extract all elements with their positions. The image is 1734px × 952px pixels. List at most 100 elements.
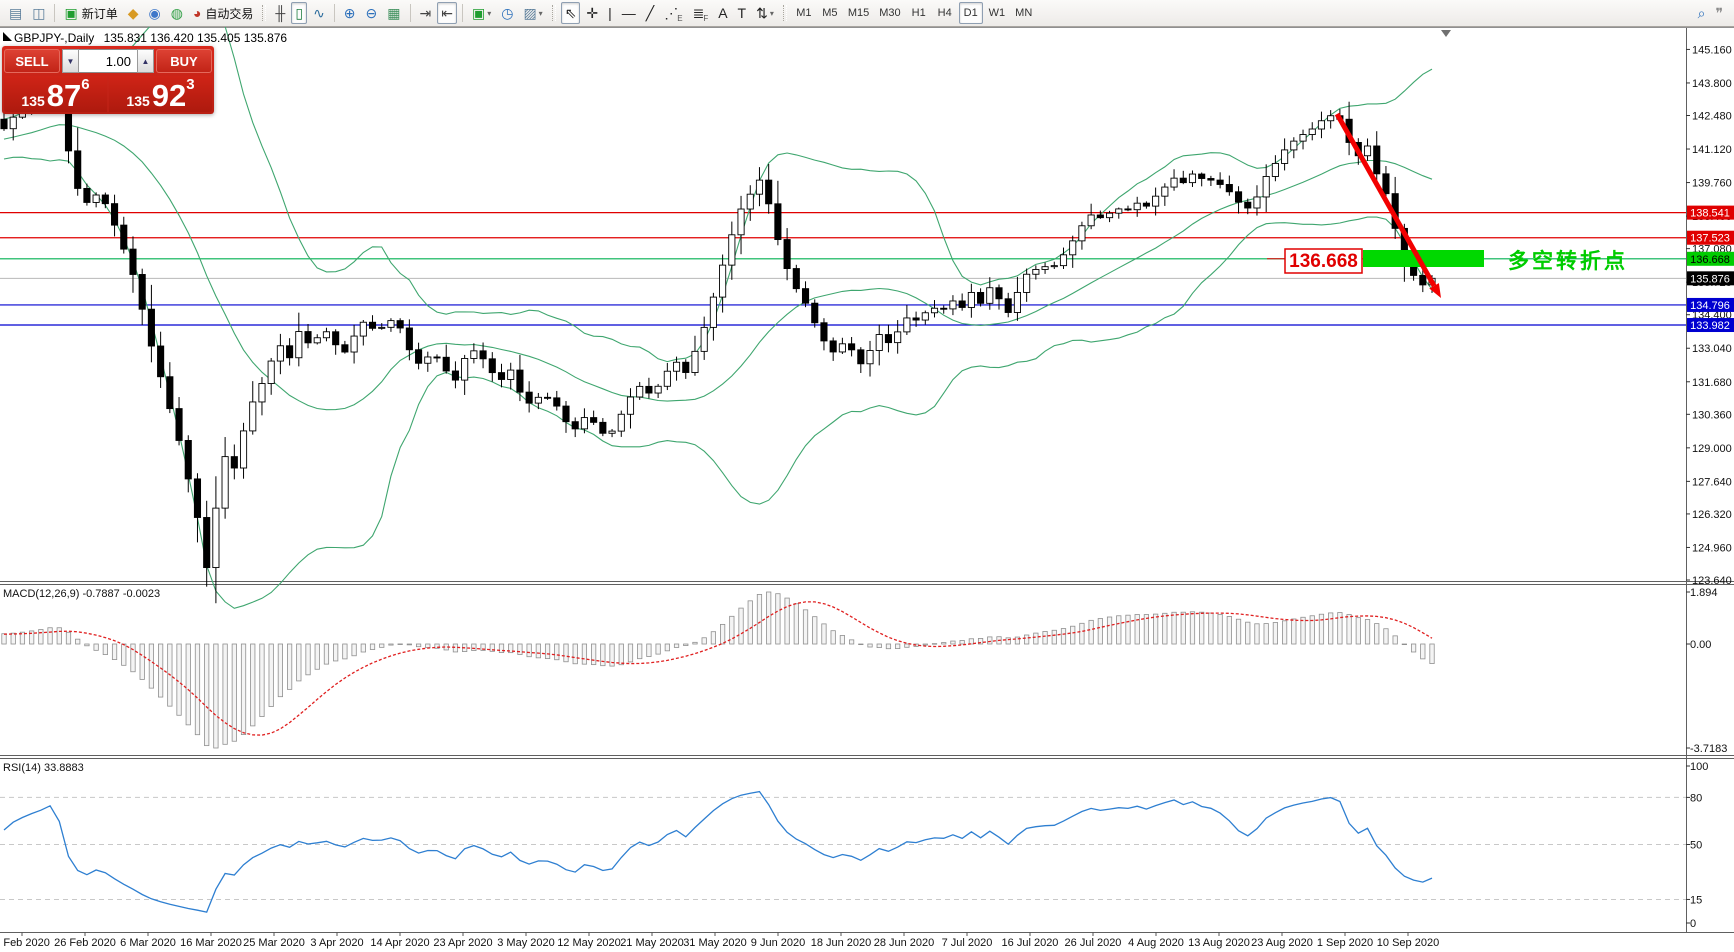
timeframe-mn-button[interactable]: MN <box>1011 2 1036 24</box>
macd-histogram-bar <box>535 643 541 659</box>
macd-histogram-bar <box>1005 637 1011 645</box>
bull-candle <box>258 383 266 403</box>
timeframe-m30-button[interactable]: M30 <box>875 2 904 24</box>
price-scale-label: 142.480 <box>1692 110 1732 122</box>
timeframe-m5-button[interactable]: M5 <box>818 2 842 24</box>
experts-icon: ◉ <box>148 5 161 21</box>
autotrading-icon: ◕ <box>192 5 202 21</box>
bull-candle <box>276 345 284 362</box>
macd-histogram-bar <box>1245 621 1251 645</box>
chat-button[interactable]: ❞ <box>1711 2 1727 24</box>
history-center-button[interactable]: ◆ <box>124 2 143 24</box>
vertical-line-button[interactable]: | <box>604 2 616 24</box>
new-chart-button[interactable]: ▣ ▾ <box>468 2 495 24</box>
macd-histogram-bar <box>296 643 302 682</box>
chart-symbol-period: GBPJPY-,Daily <box>14 31 95 45</box>
macd-histogram-bar <box>858 643 864 646</box>
date-label: 12 May 2020 <box>557 937 621 949</box>
macd-histogram-bar <box>406 643 412 646</box>
rsi-label: RSI(14) 33.8883 <box>3 762 84 774</box>
equidistant-channel-button[interactable]: ⋰ E <box>660 2 686 24</box>
chart-shift-button[interactable]: ⇤ <box>437 2 457 24</box>
macd-histogram-bar <box>84 643 90 647</box>
signals-icon: ◍ <box>170 5 183 21</box>
date-label: 25 Mar 2020 <box>243 937 305 949</box>
macd-histogram-bar <box>1226 616 1232 645</box>
buy-price[interactable]: 135 92 3 <box>109 76 212 112</box>
profiles-dropdown-icon[interactable]: ▾ <box>539 9 543 18</box>
line-chart-button[interactable]: ∿ <box>309 2 329 24</box>
date-label: 9 Jun 2020 <box>751 937 805 949</box>
new-chart-dropdown-icon[interactable]: ▾ <box>487 9 491 18</box>
cursor-button[interactable]: ⇖ <box>560 2 581 24</box>
zoom-in-button[interactable]: ⊕ <box>340 2 360 24</box>
macd-histogram-bar <box>1162 612 1168 645</box>
macd-histogram-bar <box>388 643 394 646</box>
timeframe-m1-button[interactable]: M1 <box>792 2 816 24</box>
zoom-out-button[interactable]: ⊖ <box>362 2 382 24</box>
text-button[interactable]: A <box>714 2 731 24</box>
bull-candle <box>709 296 717 328</box>
timeframe-h4-button[interactable]: H4 <box>933 2 957 24</box>
macd-histogram-bar <box>950 640 956 645</box>
price-tag-135.876: 135.876 <box>1687 271 1734 286</box>
sell-price[interactable]: 135 87 6 <box>4 76 107 112</box>
volume-increase-button[interactable]: ▲ <box>137 49 154 73</box>
timeframe-w1-button[interactable]: W1 <box>985 2 1010 24</box>
macd-histogram-bar <box>213 643 219 749</box>
volume-input[interactable] <box>79 49 137 73</box>
fibonacci-button[interactable]: ≣ F <box>689 2 713 24</box>
profiles-button[interactable]: ▨ ▾ <box>519 2 546 24</box>
new-order-button[interactable]: ▣ 新订单 <box>60 2 121 24</box>
experts-button[interactable]: ◉ <box>145 2 165 24</box>
price-scale-label: 126.320 <box>1692 509 1732 521</box>
bear-candle <box>479 350 487 360</box>
signals-button[interactable]: ◍ <box>167 2 187 24</box>
arrows-button[interactable]: ⇅ ▾ <box>752 2 778 24</box>
bear-candle <box>415 349 423 364</box>
text-label-button[interactable]: T <box>734 2 751 24</box>
crosshair-button[interactable]: ✛ <box>582 2 602 24</box>
bollinger-middle-band <box>3 124 1433 411</box>
macd-histogram-bar <box>1429 643 1435 664</box>
market-watch-button[interactable]: ▤ <box>5 2 26 24</box>
autotrading-button[interactable]: ◕ 自动交易 <box>189 2 257 24</box>
sell-button[interactable]: SELL <box>4 49 60 73</box>
data-window-button[interactable]: ◫ <box>28 2 49 24</box>
volume-decrease-button[interactable]: ▼ <box>62 49 79 73</box>
bull-candle <box>1115 208 1123 214</box>
arrows-dropdown-icon[interactable]: ▾ <box>770 9 774 18</box>
fibonacci-sub-label: F <box>703 14 709 23</box>
search-button[interactable]: ⌕ <box>1694 2 1710 24</box>
horizontal-line-button[interactable]: — <box>618 2 640 24</box>
trendline-button[interactable]: ╱ <box>642 2 658 24</box>
buy-button[interactable]: BUY <box>156 49 212 73</box>
macd-histogram-bar <box>1291 618 1297 645</box>
chart-shift-icon: ⇤ <box>441 5 453 21</box>
rsi-scale-label: 100 <box>1690 761 1708 773</box>
date-label: 18 Jun 2020 <box>811 937 872 949</box>
bull-candle <box>838 343 846 353</box>
bull-candle <box>930 307 939 314</box>
tile-windows-button[interactable]: ▦ <box>383 2 404 24</box>
price-scale[interactable]: 145.160143.800142.480141.120139.760138.4… <box>1686 44 1734 587</box>
timeframe-h1-button[interactable]: H1 <box>907 2 931 24</box>
timeframe-m15-button[interactable]: M15 <box>844 2 873 24</box>
macd-histogram-bar <box>194 643 201 736</box>
timeframe-d1-button[interactable]: D1 <box>958 2 983 24</box>
period-clock-button[interactable]: ◷ <box>497 2 517 24</box>
toolbar-drag-handle <box>551 5 556 21</box>
bull-candle <box>295 331 303 359</box>
bull-candle <box>322 331 331 339</box>
bull-candle <box>92 194 100 203</box>
toolbar-separator <box>333 4 335 22</box>
macd-histogram-bar <box>314 643 320 670</box>
chart-canvas[interactable]: 1.894 0.00 -3.7183 100 80 50 15 0 145.160 143.800… <box>0 0 1734 952</box>
bull-candle <box>1253 196 1261 209</box>
chart-shift-marker-icon[interactable] <box>1441 30 1451 37</box>
bar-chart-button[interactable]: ╫ <box>271 2 289 24</box>
auto-scroll-button[interactable]: ⇥ <box>416 2 436 24</box>
time-axis[interactable]: 7 Feb 2020 26 Feb 2020 6 Mar 2020 16 Mar 20… <box>0 932 1439 949</box>
one-click-collapse-icon[interactable] <box>3 32 12 41</box>
candle-chart-button[interactable]: ▯ <box>291 2 308 24</box>
